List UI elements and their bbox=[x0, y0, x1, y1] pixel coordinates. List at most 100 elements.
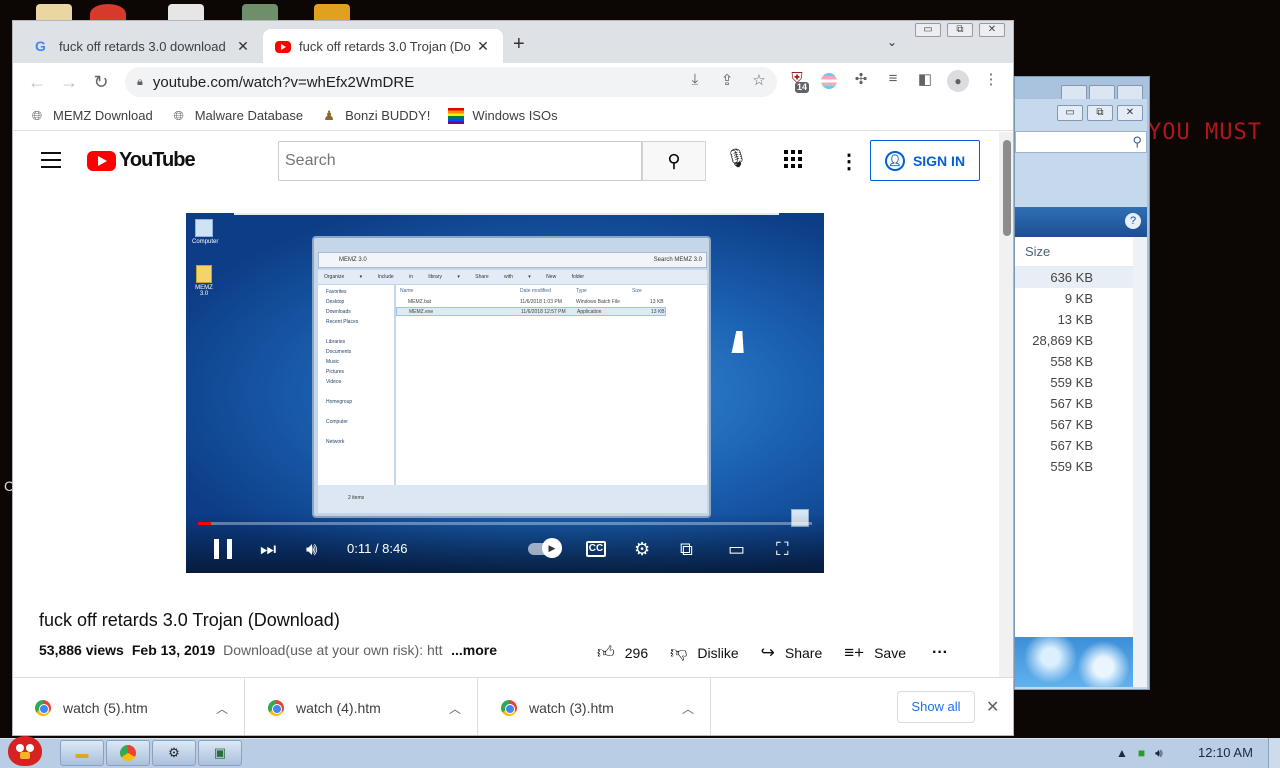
bg-inner-minimize-button[interactable]: ▭ bbox=[1057, 105, 1083, 121]
bookmark-star-icon[interactable]: ☆ bbox=[749, 71, 769, 89]
bg-search-input[interactable]: ⚲ bbox=[1015, 131, 1147, 153]
bookmark-bonzi-buddy[interactable]: ♟ Bonzi BUDDY! bbox=[321, 108, 430, 124]
theater-mode-icon[interactable]: ▭ bbox=[728, 537, 745, 561]
video-controls: ⏭︎ 🔊︎ 0:11 / 8:46 CC ⚙︎ ⧉ ▭ ⛶ bbox=[186, 533, 824, 565]
file-size-row[interactable]: 9 KB bbox=[1015, 288, 1133, 309]
captions-icon[interactable]: CC bbox=[586, 541, 606, 557]
video-explorer-nav: Favorites Desktop Downloads Recent Places L… bbox=[318, 285, 394, 485]
scrollbar-thumb[interactable] bbox=[1003, 140, 1011, 236]
sign-in-button[interactable]: 👤︎ SIGN IN bbox=[870, 140, 980, 181]
file-size-row[interactable]: 636 KB bbox=[1015, 267, 1133, 288]
background-explorer-window[interactable]: ▭ ⧉ ✕ ⚲ ? Size 636 KB 9 KB 13 KB 28,869 … bbox=[1014, 76, 1150, 690]
autoplay-toggle[interactable] bbox=[528, 538, 562, 558]
file-size-row[interactable]: 28,869 KB bbox=[1015, 330, 1133, 351]
file-size-row[interactable]: 567 KB bbox=[1015, 414, 1133, 435]
close-icon[interactable]: ✕ bbox=[475, 38, 491, 55]
settings-gear-icon[interactable]: ⚙︎ bbox=[634, 537, 650, 561]
file-size-row[interactable]: 559 KB bbox=[1015, 456, 1133, 477]
show-all-downloads-button[interactable]: Show all bbox=[897, 691, 975, 723]
minimize-button[interactable]: ▭ bbox=[915, 23, 941, 37]
tab-google-search[interactable]: G fuck off retards 3.0 download ✕ bbox=[23, 29, 263, 63]
save-button[interactable]: ≡+ Save bbox=[844, 643, 906, 663]
search-button[interactable]: ⚲ bbox=[642, 141, 706, 181]
search-input[interactable] bbox=[278, 141, 642, 181]
page-scrollbar[interactable] bbox=[999, 132, 1013, 677]
desktop-warning-text: YOU MUST bbox=[1148, 120, 1262, 145]
tab-title: fuck off retards 3.0 download bbox=[59, 38, 226, 54]
bookmark-malware-database[interactable]: 🌐︎ Malware Database bbox=[171, 108, 304, 124]
profile-avatar-icon[interactable]: ● bbox=[947, 70, 969, 92]
chrome-menu-icon[interactable]: ⋮ bbox=[981, 70, 1001, 92]
forward-button[interactable]: → bbox=[53, 72, 85, 93]
miniplayer-icon[interactable]: ⧉ bbox=[680, 537, 693, 561]
help-icon[interactable]: ? bbox=[1125, 213, 1141, 229]
bookmark-memz-download[interactable]: 🌐︎ MEMZ Download bbox=[29, 108, 153, 124]
side-panel-icon[interactable]: ◧ bbox=[915, 70, 935, 92]
chevron-up-icon[interactable]: ︿ bbox=[216, 700, 228, 717]
new-tab-button[interactable]: + bbox=[513, 33, 525, 56]
close-icon[interactable]: ✕ bbox=[986, 697, 999, 717]
file-size-row[interactable]: 567 KB bbox=[1015, 393, 1133, 414]
apps-grid-icon[interactable] bbox=[784, 150, 802, 168]
chrome-icon bbox=[120, 745, 136, 761]
search-icon: ⚲ bbox=[1132, 134, 1142, 149]
pause-icon[interactable] bbox=[214, 539, 232, 559]
bookmark-label: Bonzi BUDDY! bbox=[345, 108, 431, 123]
size-column-header[interactable]: Size bbox=[1015, 237, 1133, 267]
file-size-row[interactable]: 567 KB bbox=[1015, 435, 1133, 456]
lock-icon[interactable]: 🔒︎ bbox=[137, 76, 143, 89]
maximize-button[interactable]: ⧉ bbox=[947, 23, 973, 37]
tab-youtube[interactable]: fuck off retards 3.0 Trojan (Do ✕ bbox=[263, 29, 503, 63]
bookmark-windows-isos[interactable]: Windows ISOs bbox=[448, 107, 558, 124]
close-window-button[interactable]: ✕ bbox=[979, 23, 1005, 37]
more-link[interactable]: ...more bbox=[451, 642, 497, 658]
bg-inner-close-button[interactable]: ✕ bbox=[1117, 105, 1143, 121]
extension-flag-icon[interactable] bbox=[819, 70, 839, 92]
file-size-row[interactable]: 559 KB bbox=[1015, 372, 1133, 393]
download-item[interactable]: watch (3).htm ︿ bbox=[479, 678, 711, 735]
bg-scrollbar[interactable] bbox=[1133, 237, 1147, 687]
show-desktop-button[interactable] bbox=[1268, 738, 1280, 768]
video-meta[interactable]: 53,886 views Feb 13, 2019 Download(use a… bbox=[39, 642, 497, 658]
address-bar[interactable]: 🔒︎ youtube.com/watch?v=whEfx2WmDRE bbox=[125, 67, 777, 97]
fullscreen-icon[interactable]: ⛶ bbox=[776, 537, 789, 561]
chevron-up-icon[interactable]: ︿ bbox=[449, 700, 461, 717]
taskbar-app-button[interactable]: ⚙︎ bbox=[152, 740, 196, 766]
video-player[interactable]: Computer MEMZ 3.0 MEMZ 3.0 Search MEMZ 3… bbox=[186, 213, 824, 573]
settings-menu-icon[interactable]: ⋮ bbox=[839, 149, 859, 174]
reload-button[interactable]: ↻ bbox=[85, 72, 117, 93]
youtube-logo[interactable]: YouTube bbox=[87, 149, 196, 172]
volume-tray-icon[interactable]: 🔊︎ bbox=[1155, 746, 1163, 761]
menu-icon[interactable] bbox=[41, 152, 61, 168]
tray-expand-icon[interactable]: ▲ bbox=[1116, 746, 1128, 761]
share-icon[interactable]: ⇪ bbox=[717, 71, 737, 89]
close-icon[interactable]: ✕ bbox=[235, 38, 251, 55]
volume-icon[interactable]: 🔊︎ bbox=[306, 537, 317, 561]
like-button[interactable]: 👍︎ 296 bbox=[597, 642, 648, 663]
file-size-row[interactable]: 558 KB bbox=[1015, 351, 1133, 372]
taskbar-chrome-button[interactable] bbox=[106, 740, 150, 766]
install-app-icon[interactable]: ⤓ bbox=[685, 71, 705, 89]
media-control-icon[interactable]: ≡ bbox=[883, 70, 903, 92]
microphone-icon[interactable]: 🎙︎ bbox=[725, 148, 748, 172]
extensions-puzzle-icon[interactable]: ✣ bbox=[851, 70, 871, 92]
start-button[interactable] bbox=[2, 730, 50, 768]
video-progress-bar[interactable] bbox=[198, 522, 812, 525]
back-button[interactable]: ← bbox=[21, 72, 53, 93]
taskbar-monitor-button[interactable]: ▣ bbox=[198, 740, 242, 766]
tab-search-button[interactable]: ⌄ bbox=[887, 35, 897, 49]
file-size-row[interactable]: 13 KB bbox=[1015, 309, 1133, 330]
more-actions-icon[interactable]: ··· bbox=[932, 644, 948, 662]
dislike-button[interactable]: 👎︎ Dislike bbox=[670, 642, 739, 663]
chevron-up-icon[interactable]: ︿ bbox=[682, 700, 694, 717]
next-icon[interactable]: ⏭︎ bbox=[260, 537, 276, 561]
download-item[interactable]: watch (5).htm ︿ bbox=[13, 678, 245, 735]
extension-shield-icon[interactable]: ⛨ 14 bbox=[787, 70, 810, 93]
download-item[interactable]: watch (4).htm ︿ bbox=[246, 678, 478, 735]
bg-inner-maximize-button[interactable]: ⧉ bbox=[1087, 105, 1113, 121]
youtube-page: YouTube ⚲ 🎙︎ ⋮ 👤︎ SIGN IN Computer MEMZ … bbox=[13, 132, 999, 677]
taskbar-clock[interactable]: 12:10 AM bbox=[1198, 745, 1253, 760]
share-button[interactable]: ↪ Share bbox=[761, 643, 823, 663]
taskbar-explorer-button[interactable]: ▬ bbox=[60, 740, 104, 766]
network-icon[interactable]: ■ bbox=[1138, 746, 1145, 761]
